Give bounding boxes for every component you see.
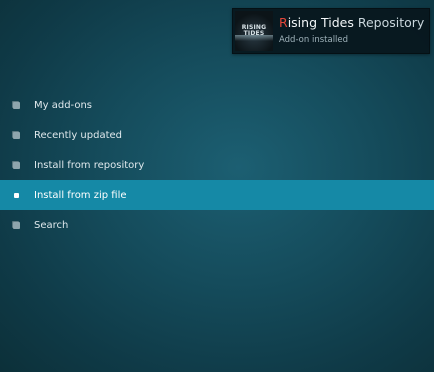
addon-installed-notification: RISING TIDES Rising Tides Repository Add… <box>232 8 430 54</box>
menu-item-label: Install from zip file <box>34 189 127 201</box>
menu-item-label: Search <box>34 219 69 231</box>
bullet-icon <box>13 101 20 109</box>
notification-title-main: ising Tides <box>287 15 354 30</box>
menu-item-label: Recently updated <box>34 129 123 141</box>
notification-text: Rising Tides Repository Add-on installed <box>279 15 424 47</box>
notification-title: Rising Tides Repository <box>279 15 424 31</box>
notification-subtitle: Add-on installed <box>279 35 349 45</box>
addon-browser-menu: My add-ons Recently updated Install from… <box>0 90 434 240</box>
menu-item-install-from-zip[interactable]: Install from zip file <box>0 180 434 210</box>
menu-item-my-addons[interactable]: My add-ons <box>0 90 434 120</box>
menu-item-recently-updated[interactable]: Recently updated <box>0 120 434 150</box>
notification-title-initial: R <box>279 15 288 30</box>
bullet-icon <box>13 221 20 229</box>
menu-item-install-from-repository[interactable]: Install from repository <box>0 150 434 180</box>
menu-item-search[interactable]: Search <box>0 210 434 240</box>
addon-logo-icon: RISING TIDES <box>235 11 273 51</box>
notification-title-suffix: Repository <box>357 15 425 30</box>
menu-item-label: Install from repository <box>34 159 145 171</box>
menu-item-label: My add-ons <box>34 99 93 111</box>
bullet-icon <box>14 192 19 198</box>
bullet-icon <box>13 161 20 169</box>
bullet-icon <box>13 131 20 139</box>
